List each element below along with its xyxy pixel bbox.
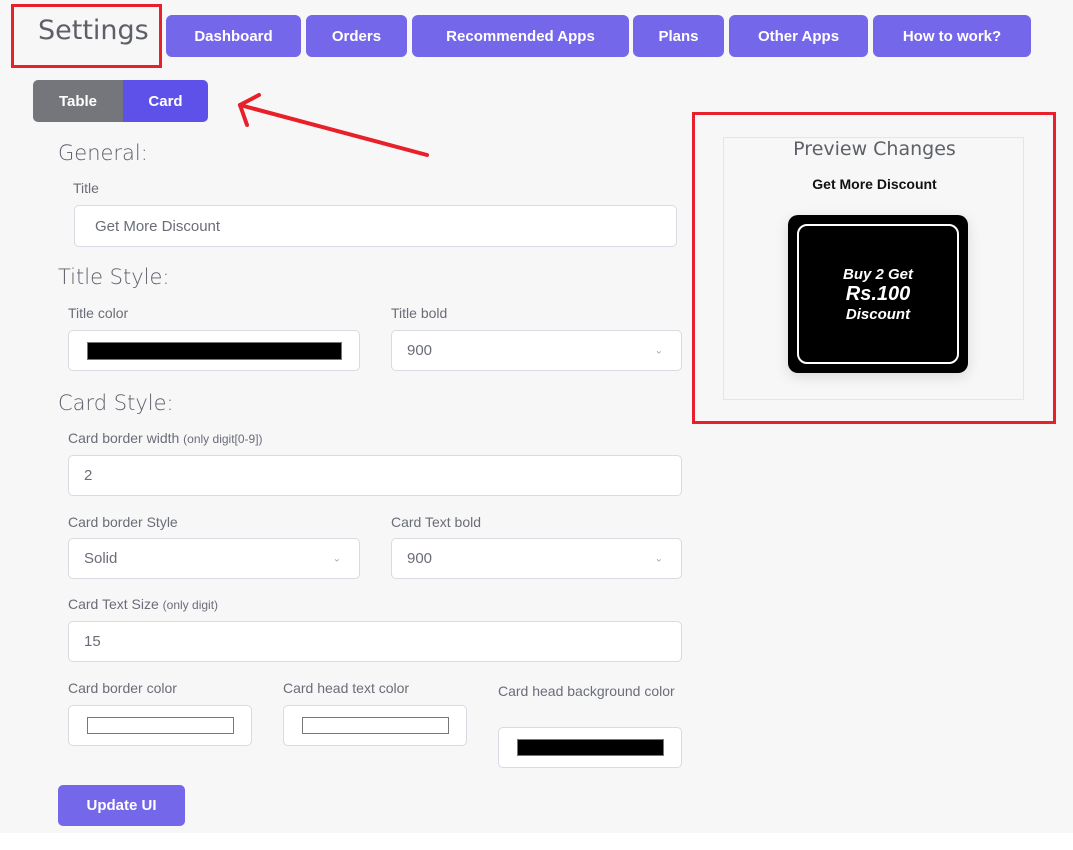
title-label: Title [73, 180, 99, 196]
text-bold-select[interactable]: 900 ⌄ [391, 538, 682, 579]
nav-dashboard[interactable]: Dashboard [166, 15, 301, 57]
border-style-label: Card border Style [68, 514, 178, 530]
head-text-color-label: Card head text color [283, 680, 410, 696]
text-size-input[interactable]: 15 [68, 621, 682, 662]
nav-how-to-work[interactable]: How to work? [873, 15, 1031, 57]
title-color-swatch [87, 342, 342, 360]
view-toggle: Table Card [33, 80, 208, 122]
text-bold-label: Card Text bold [391, 514, 482, 530]
title-color-picker[interactable] [68, 330, 360, 371]
border-width-input[interactable]: 2 [68, 455, 682, 496]
preview-card-line1: Buy 2 Get [842, 265, 914, 283]
preview-heading: Preview Changes [793, 138, 956, 160]
annotation-arrow-icon [238, 93, 429, 157]
head-text-color-picker[interactable] [283, 705, 467, 746]
nav-plans[interactable]: Plans [633, 15, 724, 57]
border-width-label: Card border width (only digit[0-9]) [68, 430, 263, 446]
head-bg-color-label: Card head background color [498, 683, 675, 699]
title-input[interactable]: Get More Discount [74, 205, 677, 247]
text-size-hint: (only digit) [162, 598, 219, 612]
text-size-value: 15 [84, 633, 101, 650]
border-width-label-text: Card border width [68, 430, 180, 446]
title-bold-value: 900 [407, 342, 433, 359]
border-width-hint: (only digit[0-9]) [183, 432, 263, 446]
preview-card-line2: Rs.100 [845, 282, 911, 305]
general-heading: General: [58, 141, 148, 165]
preview-card-line3: Discount [845, 305, 911, 323]
card-style-heading: Card Style: [58, 391, 174, 415]
toggle-table[interactable]: Table [33, 80, 123, 122]
border-color-picker[interactable] [68, 705, 252, 746]
border-color-swatch [87, 717, 234, 734]
page-title: Settings [38, 15, 149, 46]
border-width-value: 2 [84, 467, 93, 484]
title-input-value: Get More Discount [95, 217, 221, 235]
text-size-label: Card Text Size (only digit) [68, 596, 218, 612]
chevron-down-icon: ⌄ [332, 553, 341, 564]
border-style-value: Solid [84, 550, 118, 567]
title-color-label: Title color [68, 305, 129, 321]
preview-title: Get More Discount [812, 176, 937, 192]
head-bg-color-picker[interactable] [498, 727, 682, 768]
settings-page: Settings Dashboard Orders Recommended Ap… [0, 0, 1073, 833]
nav-recommended-apps[interactable]: Recommended Apps [412, 15, 629, 57]
preview-panel: Preview Changes Get More Discount Buy 2 … [723, 137, 1024, 400]
title-bold-label: Title bold [391, 305, 448, 321]
chevron-down-icon: ⌄ [654, 345, 663, 356]
nav-other-apps[interactable]: Other Apps [729, 15, 868, 57]
head-bg-color-swatch [517, 739, 664, 756]
title-bold-select[interactable]: 900 ⌄ [391, 330, 682, 371]
nav-orders[interactable]: Orders [306, 15, 407, 57]
preview-card-inner: Buy 2 Get Rs.100 Discount [797, 224, 959, 364]
title-style-heading: Title Style: [58, 265, 170, 289]
toggle-card[interactable]: Card [123, 80, 208, 122]
text-size-label-text: Card Text Size [68, 596, 159, 612]
border-style-select[interactable]: Solid ⌄ [68, 538, 360, 579]
border-color-label: Card border color [68, 680, 177, 696]
text-bold-value: 900 [407, 550, 433, 567]
update-ui-button[interactable]: Update UI [58, 785, 185, 826]
chevron-down-icon: ⌄ [654, 553, 663, 564]
head-text-color-swatch [302, 717, 449, 734]
preview-card: Buy 2 Get Rs.100 Discount [788, 215, 968, 373]
